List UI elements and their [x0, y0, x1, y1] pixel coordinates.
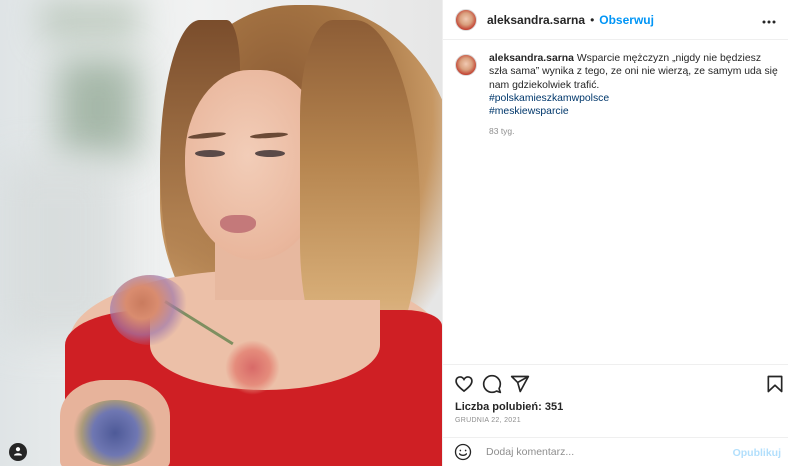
- save-button[interactable]: [765, 374, 785, 394]
- post-photo[interactable]: [0, 0, 442, 466]
- post-date: GRUDNIA 22, 2021: [455, 417, 521, 424]
- hashtag-link[interactable]: #polskamieszkamwpolsce: [489, 92, 779, 105]
- flower-tattoo-arm: [70, 400, 160, 466]
- caption-avatar[interactable]: [455, 54, 477, 76]
- paper-plane-icon: [510, 375, 530, 398]
- background-foliage: [40, 0, 140, 40]
- eye-left: [195, 150, 225, 157]
- emoji-button[interactable]: [454, 443, 472, 461]
- heart-icon: [454, 376, 474, 398]
- caption-username[interactable]: aleksandra.sarna: [489, 53, 574, 64]
- eye-right: [255, 150, 285, 157]
- hashtag-link[interactable]: #meskiewsparcie: [489, 105, 779, 118]
- smiley-icon: [454, 443, 472, 465]
- username-link[interactable]: aleksandra.sarna: [487, 13, 585, 27]
- tagged-users-button[interactable]: [9, 443, 27, 461]
- flower-tattoo-shoulder: [110, 275, 190, 345]
- publish-button[interactable]: Opublikuj: [733, 447, 781, 459]
- lips: [220, 215, 256, 233]
- post-details-panel: aleksandra.sarna • Obserwuj aleksandra.s…: [442, 0, 788, 466]
- comment-icon: [482, 374, 502, 398]
- caption-body: aleksandra.sarna Wsparcie mężczyzn „nigd…: [489, 52, 779, 139]
- share-button[interactable]: [510, 374, 530, 394]
- background-window: [58, 58, 138, 158]
- like-button[interactable]: [454, 374, 474, 394]
- more-options-button[interactable]: [759, 12, 779, 28]
- follow-button[interactable]: Obserwuj: [599, 13, 654, 27]
- caption: aleksandra.sarna Wsparcie mężczyzn „nigd…: [455, 52, 780, 139]
- bookmark-icon: [765, 375, 785, 398]
- user-icon: [13, 443, 23, 461]
- likes-count[interactable]: Liczba polubień: 351: [455, 401, 563, 413]
- comment-input[interactable]: [486, 446, 716, 458]
- comment-button[interactable]: [482, 374, 502, 394]
- post-header: aleksandra.sarna • Obserwuj: [443, 0, 788, 40]
- caption-timestamp: 83 tyg.: [489, 126, 515, 137]
- comment-bar: Opublikuj: [443, 437, 788, 466]
- flower-tattoo-chest: [225, 340, 280, 395]
- action-bar: [443, 364, 788, 400]
- more-horizontal-icon: [762, 11, 776, 29]
- avatar[interactable]: [455, 8, 477, 31]
- separator-dot: •: [590, 12, 595, 27]
